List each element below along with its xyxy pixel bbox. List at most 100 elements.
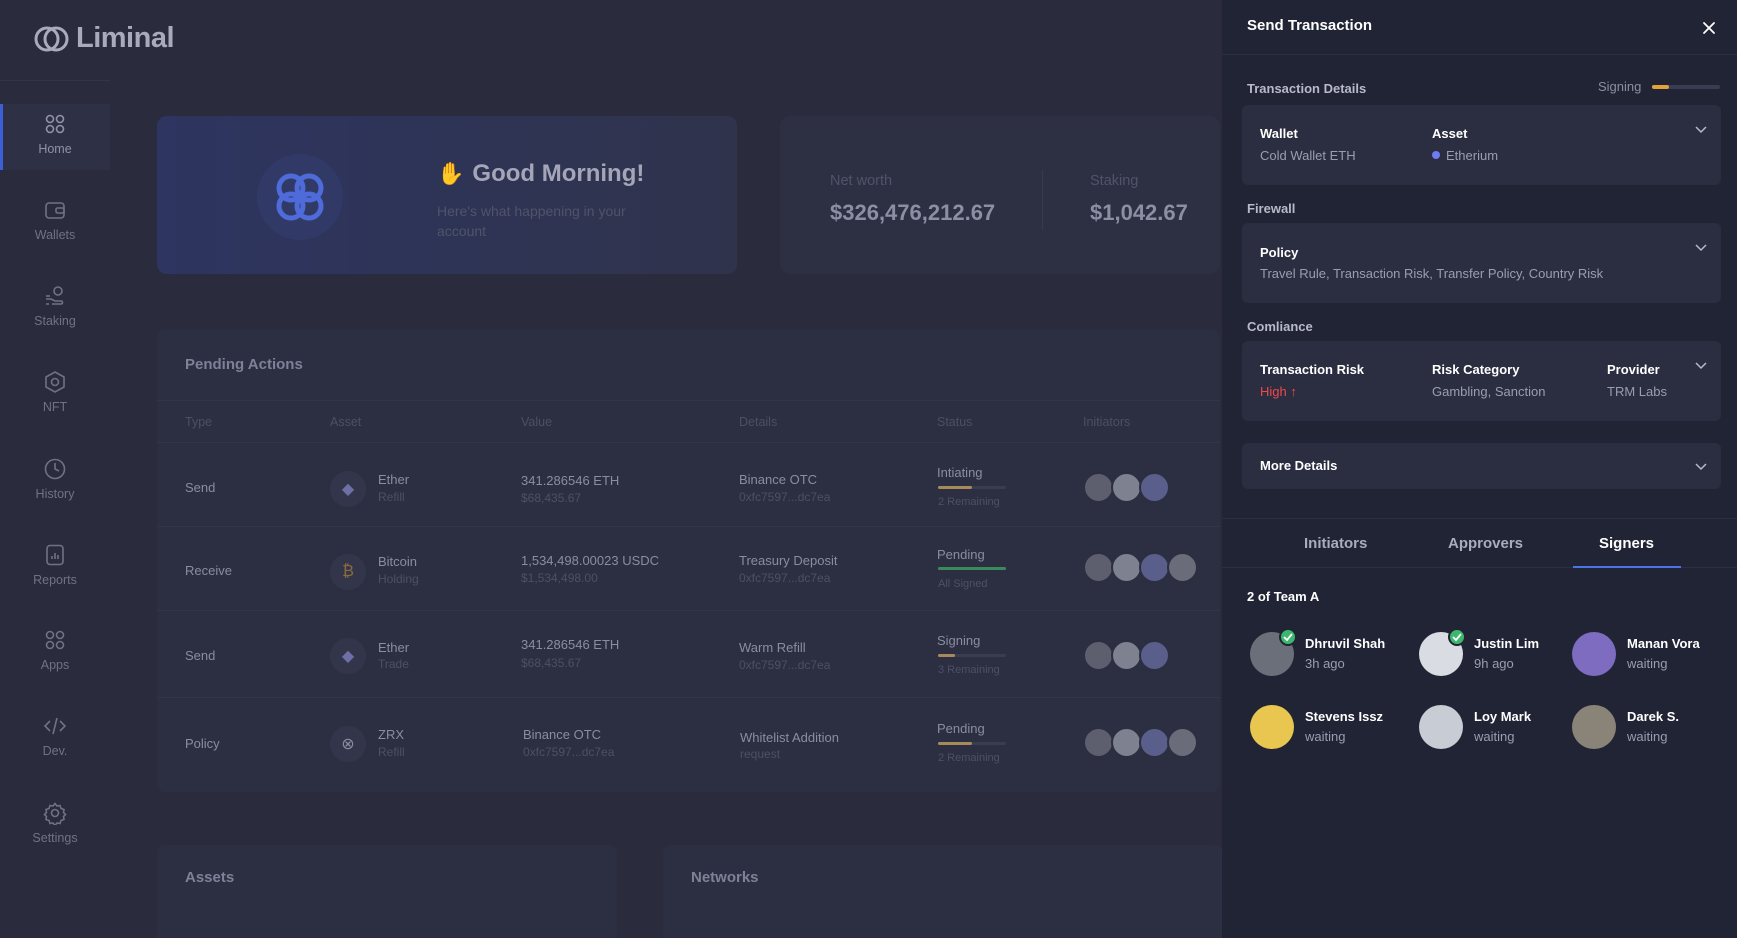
tab-approvers[interactable]: Approvers: [1448, 535, 1523, 552]
signer-status: waiting: [1305, 729, 1346, 744]
avatar: [1167, 727, 1198, 758]
status-progress: [938, 742, 1006, 745]
nav-label: Settings: [32, 831, 78, 845]
nav-label: History: [35, 487, 75, 501]
asset-sub: Refill: [378, 490, 405, 504]
policy-key: Policy: [1260, 245, 1299, 260]
chevron-down-icon[interactable]: [1694, 240, 1708, 254]
nav-item-nft[interactable]: NFT: [0, 362, 110, 428]
details-cell: Warm Refill: [739, 640, 806, 655]
logo[interactable]: Liminal: [34, 22, 175, 55]
staking-label: Staking: [1090, 173, 1139, 189]
details-cell: Treasury Deposit: [739, 553, 838, 568]
tab-signers[interactable]: Signers: [1599, 535, 1654, 552]
nav-label: Apps: [40, 658, 70, 672]
signer-name: Justin Lim: [1474, 636, 1540, 651]
column-header[interactable]: Asset: [330, 415, 361, 429]
avatar: [1111, 552, 1142, 583]
section-title: Assets: [185, 869, 235, 886]
close-icon[interactable]: [1699, 18, 1719, 38]
zrx-icon: ⊗: [330, 726, 366, 762]
type-cell: Policy: [185, 736, 220, 751]
send-transaction-drawer: Send Transaction Transaction Details Sig…: [1222, 0, 1737, 938]
signer-card[interactable]: Loy Mark waiting: [1419, 705, 1579, 751]
chevron-down-icon[interactable]: [1694, 459, 1708, 473]
value-sub: $68,435.67: [521, 656, 582, 670]
signer-card[interactable]: Justin Lim 9h ago: [1419, 628, 1579, 678]
section-title: Networks: [691, 869, 759, 886]
policy-value: Travel Rule, Transaction Risk, Transfer …: [1260, 266, 1604, 281]
tab-initiators[interactable]: Initiators: [1304, 535, 1367, 552]
brand-mark-icon: [276, 173, 324, 221]
greeting-card: ✋ Good Morning! Here's what happening in…: [157, 116, 737, 274]
value-sub: 0xfc7597...dc7ea: [523, 745, 615, 759]
asset-value: Etherium: [1432, 148, 1498, 163]
assets-panel: Assets: [157, 845, 617, 938]
divider: [0, 80, 110, 81]
avatar: [1572, 632, 1616, 676]
column-header[interactable]: Status: [937, 415, 972, 429]
more-details-card[interactable]: More Details: [1242, 443, 1721, 489]
status-cell: Signing: [937, 633, 981, 648]
team-label: 2 of Team A: [1247, 589, 1320, 604]
compliance-card[interactable]: Transaction Risk High ↑ Risk Category Ga…: [1242, 341, 1721, 421]
column-header[interactable]: Details: [739, 415, 777, 429]
wallet-value: Cold Wallet ETH: [1260, 148, 1356, 163]
signer-card[interactable]: Manan Vora waiting: [1572, 632, 1732, 678]
signer-name: Darek S.: [1627, 709, 1680, 724]
value-cell: 341.286546 ETH: [521, 637, 620, 652]
bitcoin-icon: ₿: [330, 554, 366, 590]
avatar: [1572, 705, 1616, 749]
nav-item-wallets[interactable]: Wallets: [0, 190, 110, 256]
column-header[interactable]: Initiators: [1083, 415, 1130, 429]
nav-item-settings[interactable]: Settings: [0, 793, 110, 859]
asset-key: Asset: [1432, 126, 1468, 141]
divider: [157, 442, 1220, 443]
details-cell: Whitelist Addition: [740, 730, 839, 745]
details-sub: request: [740, 747, 781, 761]
status-cell: Pending: [937, 721, 985, 736]
signer-name: Manan Vora: [1627, 636, 1700, 651]
greeting-title: ✋ Good Morning!: [437, 160, 644, 188]
nav-item-home[interactable]: Home: [0, 104, 110, 170]
greeting-subtitle: Here's what happening in your account: [437, 203, 626, 239]
signer-tabs: Initiators Approvers Signers: [1222, 518, 1737, 568]
avatar: [1139, 727, 1170, 758]
provider-key: Provider: [1607, 362, 1660, 377]
signer-status: waiting: [1474, 729, 1515, 744]
risk-category-value: Gambling, Sanction: [1432, 384, 1546, 399]
nav-item-apps[interactable]: Apps: [0, 620, 110, 686]
avatar: [1083, 552, 1114, 583]
nav-item-reports[interactable]: Reports: [0, 535, 110, 601]
column-header[interactable]: Value: [521, 415, 552, 429]
column-header[interactable]: Type: [185, 415, 212, 429]
asset-value-text: Etherium: [1446, 148, 1499, 163]
avatar: [1111, 640, 1142, 671]
check-icon: [1279, 628, 1297, 646]
provider-value: TRM Labs: [1607, 384, 1667, 399]
status-cell: Pending: [937, 547, 985, 562]
signer-card[interactable]: Darek S. waiting: [1572, 705, 1732, 751]
value-cell: 1,534,498.00023 USDC: [521, 553, 660, 568]
nav-item-staking[interactable]: Staking: [0, 276, 110, 342]
details-sub: 0xfc7597...dc7ea: [739, 490, 831, 504]
value-sub: $68,435.67: [521, 491, 582, 505]
nft-icon: [45, 371, 65, 393]
divider: [157, 400, 1220, 401]
avatar: [1111, 727, 1142, 758]
transaction-details-card[interactable]: Wallet Cold Wallet ETH Asset Etherium: [1242, 105, 1721, 185]
asset-name: Ether: [378, 472, 410, 487]
nav-item-dev[interactable]: Dev.: [0, 706, 110, 772]
reports-icon: [46, 544, 64, 566]
drawer-header: Send Transaction: [1222, 0, 1737, 55]
nav-item-history[interactable]: History: [0, 449, 110, 515]
chevron-down-icon[interactable]: [1694, 358, 1708, 372]
signer-status: 3h ago: [1305, 656, 1345, 671]
firewall-card[interactable]: Policy Travel Rule, Transaction Risk, Tr…: [1242, 223, 1721, 303]
net-worth-label: Net worth: [830, 173, 893, 189]
signer-card[interactable]: Stevens Issz waiting: [1250, 705, 1410, 751]
signer-card[interactable]: Dhruvil Shah 3h ago: [1250, 628, 1410, 678]
chevron-down-icon[interactable]: [1694, 122, 1708, 136]
asset-sub: Refill: [378, 745, 405, 759]
asset-sub: Holding: [378, 572, 419, 586]
